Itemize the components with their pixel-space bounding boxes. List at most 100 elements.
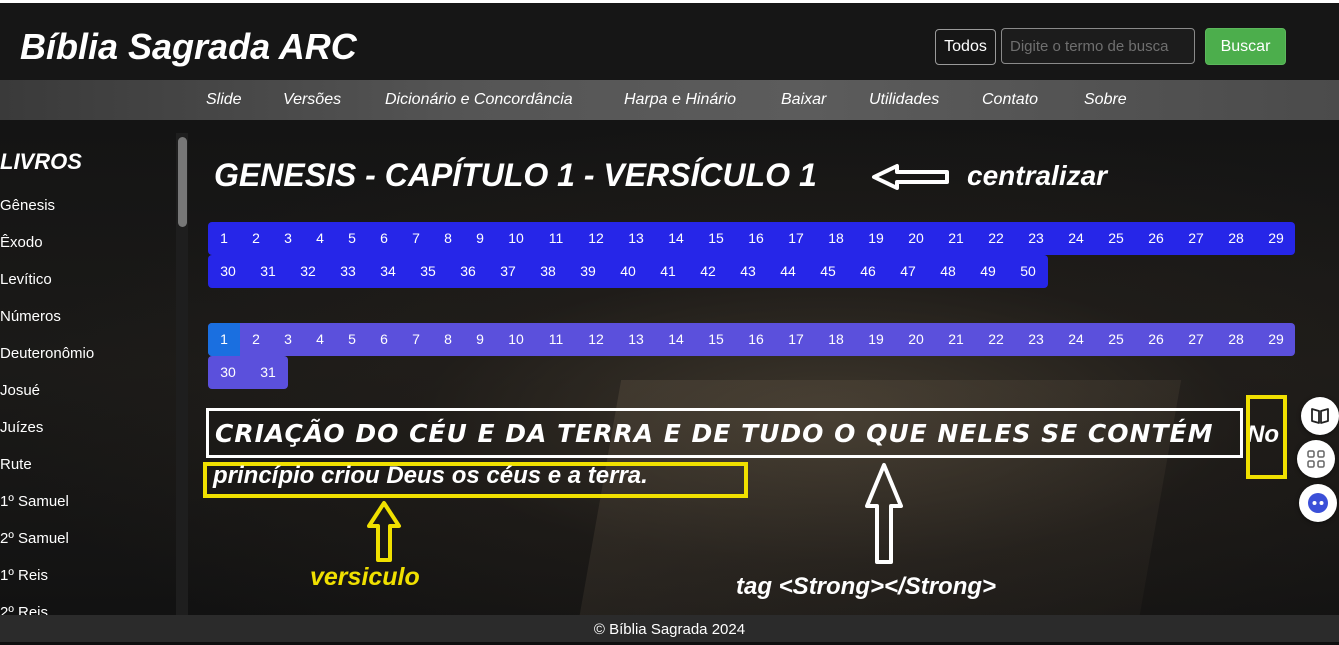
sidebar-book-levitico[interactable]: Levítico	[0, 271, 52, 288]
chapter-button-33[interactable]: 33	[328, 255, 368, 287]
sidebar-book-2-samuel[interactable]: 2º Samuel	[0, 530, 69, 547]
chapter-button-28[interactable]: 28	[1216, 222, 1256, 254]
chapter-button-4[interactable]: 4	[304, 222, 336, 254]
book-open-icon[interactable]	[1301, 397, 1339, 435]
chapter-button-19[interactable]: 19	[856, 222, 896, 254]
chapter-button-34[interactable]: 34	[368, 255, 408, 287]
verse-button-14[interactable]: 14	[656, 323, 696, 355]
chapter-button-15[interactable]: 15	[696, 222, 736, 254]
apps-grid-icon[interactable]	[1297, 440, 1335, 478]
chapter-button-38[interactable]: 38	[528, 255, 568, 287]
search-input[interactable]	[1001, 28, 1195, 64]
chapter-button-21[interactable]: 21	[936, 222, 976, 254]
chapter-button-9[interactable]: 9	[464, 222, 496, 254]
verse-button-17[interactable]: 17	[776, 323, 816, 355]
verse-button-22[interactable]: 22	[976, 323, 1016, 355]
chapter-button-13[interactable]: 13	[616, 222, 656, 254]
chapter-button-48[interactable]: 48	[928, 255, 968, 287]
chapter-button-17[interactable]: 17	[776, 222, 816, 254]
chapter-button-30[interactable]: 30	[208, 255, 248, 287]
verse-button-20[interactable]: 20	[896, 323, 936, 355]
chapter-button-6[interactable]: 6	[368, 222, 400, 254]
chapter-button-25[interactable]: 25	[1096, 222, 1136, 254]
sidebar-book-rute[interactable]: Rute	[0, 456, 32, 473]
chapter-button-40[interactable]: 40	[608, 255, 648, 287]
chapter-button-5[interactable]: 5	[336, 222, 368, 254]
sidebar-book-josue[interactable]: Josué	[0, 382, 40, 399]
verse-button-7[interactable]: 7	[400, 323, 432, 355]
nav-item-versoes[interactable]: Versões	[283, 91, 341, 109]
chapter-button-22[interactable]: 22	[976, 222, 1016, 254]
verse-button-11[interactable]: 11	[536, 323, 576, 355]
chapter-button-37[interactable]: 37	[488, 255, 528, 287]
sidebar-book-1-reis[interactable]: 1º Reis	[0, 567, 48, 584]
verse-button-29[interactable]: 29	[1256, 323, 1296, 355]
verse-button-15[interactable]: 15	[696, 323, 736, 355]
chapter-button-8[interactable]: 8	[432, 222, 464, 254]
verse-button-19[interactable]: 19	[856, 323, 896, 355]
chapter-button-46[interactable]: 46	[848, 255, 888, 287]
verse-button-23[interactable]: 23	[1016, 323, 1056, 355]
site-title[interactable]: Bíblia Sagrada ARC	[20, 26, 357, 68]
sidebar-scrollbar-thumb[interactable]	[178, 137, 187, 227]
verse-button-30[interactable]: 30	[208, 356, 248, 388]
sidebar-book-exodo[interactable]: Êxodo	[0, 234, 43, 251]
nav-item-utilidades[interactable]: Utilidades	[869, 91, 939, 109]
chapter-button-45[interactable]: 45	[808, 255, 848, 287]
chapter-button-43[interactable]: 43	[728, 255, 768, 287]
verse-button-5[interactable]: 5	[336, 323, 368, 355]
assistant-bot-icon[interactable]	[1299, 484, 1337, 522]
verse-button-21[interactable]: 21	[936, 323, 976, 355]
verse-button-8[interactable]: 8	[432, 323, 464, 355]
chapter-button-27[interactable]: 27	[1176, 222, 1216, 254]
verse-button-2[interactable]: 2	[240, 323, 272, 355]
verse-button-9[interactable]: 9	[464, 323, 496, 355]
nav-item-harpa[interactable]: Harpa e Hinário	[624, 91, 736, 109]
chapter-button-39[interactable]: 39	[568, 255, 608, 287]
chapter-button-31[interactable]: 31	[248, 255, 288, 287]
chapter-button-11[interactable]: 11	[536, 222, 576, 254]
sidebar-book-2-reis[interactable]: 2º Reis	[0, 604, 48, 615]
chapter-button-10[interactable]: 10	[496, 222, 536, 254]
verse-button-4[interactable]: 4	[304, 323, 336, 355]
verse-button-28[interactable]: 28	[1216, 323, 1256, 355]
verse-button-13[interactable]: 13	[616, 323, 656, 355]
chapter-button-49[interactable]: 49	[968, 255, 1008, 287]
verse-button-26[interactable]: 26	[1136, 323, 1176, 355]
verse-button-12[interactable]: 12	[576, 323, 616, 355]
sidebar-book-genesis[interactable]: Gênesis	[0, 197, 55, 214]
chapter-button-29[interactable]: 29	[1256, 222, 1296, 254]
verse-button-16[interactable]: 16	[736, 323, 776, 355]
nav-item-baixar[interactable]: Baixar	[781, 91, 826, 109]
verse-button-31[interactable]: 31	[248, 356, 288, 388]
sidebar-book-juizes[interactable]: Juízes	[0, 419, 43, 436]
chapter-button-7[interactable]: 7	[400, 222, 432, 254]
filter-todos-button[interactable]: Todos	[935, 29, 996, 65]
verse-button-25[interactable]: 25	[1096, 323, 1136, 355]
nav-item-contato[interactable]: Contato	[982, 91, 1038, 109]
chapter-button-47[interactable]: 47	[888, 255, 928, 287]
chapter-button-24[interactable]: 24	[1056, 222, 1096, 254]
nav-item-slide[interactable]: Slide	[206, 91, 242, 109]
chapter-button-14[interactable]: 14	[656, 222, 696, 254]
nav-item-sobre[interactable]: Sobre	[1084, 91, 1127, 109]
chapter-button-2[interactable]: 2	[240, 222, 272, 254]
verse-button-1[interactable]: 1	[208, 323, 240, 355]
chapter-button-36[interactable]: 36	[448, 255, 488, 287]
verse-button-6[interactable]: 6	[368, 323, 400, 355]
chapter-button-32[interactable]: 32	[288, 255, 328, 287]
chapter-button-26[interactable]: 26	[1136, 222, 1176, 254]
sidebar-book-numeros[interactable]: Números	[0, 308, 61, 325]
chapter-button-12[interactable]: 12	[576, 222, 616, 254]
chapter-button-50[interactable]: 50	[1008, 255, 1048, 287]
verse-button-10[interactable]: 10	[496, 323, 536, 355]
chapter-button-18[interactable]: 18	[816, 222, 856, 254]
chapter-button-41[interactable]: 41	[648, 255, 688, 287]
chapter-button-20[interactable]: 20	[896, 222, 936, 254]
chapter-button-44[interactable]: 44	[768, 255, 808, 287]
chapter-button-1[interactable]: 1	[208, 222, 240, 254]
sidebar-book-deuteronomio[interactable]: Deuteronômio	[0, 345, 94, 362]
chapter-button-42[interactable]: 42	[688, 255, 728, 287]
chapter-button-16[interactable]: 16	[736, 222, 776, 254]
nav-item-dicionario[interactable]: Dicionário e Concordância	[385, 91, 573, 109]
